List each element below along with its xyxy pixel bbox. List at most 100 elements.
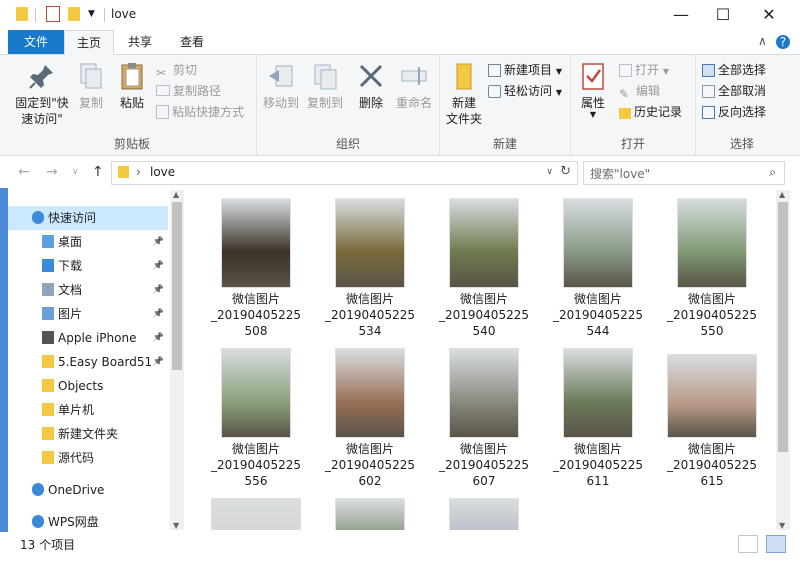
pin-icon: 📌 xyxy=(152,261,164,271)
tab-home[interactable]: 主页 xyxy=(64,30,114,55)
file-item[interactable]: 微信图片 _20190405225 550 xyxy=(662,198,762,339)
nav-item-label: OneDrive xyxy=(48,483,105,497)
file-item[interactable] xyxy=(434,498,534,530)
easy-access-button[interactable]: 轻松访问 ▼ xyxy=(488,82,562,102)
tab-file[interactable]: 文件 xyxy=(8,30,64,54)
refresh-icon[interactable]: ↻ xyxy=(560,164,571,179)
file-scrollbar[interactable]: ▲ ▼ xyxy=(776,190,790,530)
large-icons-view-icon[interactable] xyxy=(766,535,786,553)
file-item[interactable]: 微信图片 _20190405225 607 xyxy=(434,348,534,489)
nav-item[interactable]: WPS网盘 xyxy=(8,510,168,530)
nav-item[interactable]: 快速访问 xyxy=(8,206,168,230)
address-dropdown-icon[interactable]: ∨ xyxy=(546,167,553,177)
cloud-icon xyxy=(32,515,44,528)
nav-scroll-thumb[interactable] xyxy=(172,202,182,370)
easy-access-icon xyxy=(488,85,501,98)
history-button[interactable]: 历史记录 xyxy=(619,103,682,121)
minimize-button[interactable]: — xyxy=(658,0,704,30)
path-separator: › xyxy=(136,165,141,179)
cut-button[interactable]: ✂ 剪切 xyxy=(156,61,197,80)
file-scroll-thumb[interactable] xyxy=(778,202,788,452)
scroll-up-icon[interactable]: ▲ xyxy=(779,190,785,199)
back-arrow-icon[interactable]: ← xyxy=(18,164,30,180)
file-item[interactable]: 微信图片 _20190405225 540 xyxy=(434,198,534,339)
paste-button[interactable]: 粘贴 xyxy=(112,61,152,111)
pin-icon: 📌 xyxy=(152,357,164,367)
select-none-button[interactable]: 全部取消 xyxy=(702,82,766,100)
scroll-down-icon[interactable]: ▼ xyxy=(779,521,785,530)
address-path[interactable]: love xyxy=(150,165,175,179)
divider xyxy=(104,8,105,22)
nav-item[interactable]: Objects xyxy=(8,374,168,398)
rename-button[interactable]: 重命名 xyxy=(391,61,437,111)
nav-scrollbar[interactable]: ▲ ▼ xyxy=(170,190,184,530)
quick-access-dropdown-icon[interactable]: ▼ xyxy=(88,9,95,19)
folder-icon xyxy=(42,355,54,368)
nav-item[interactable]: 图片 📌 xyxy=(8,302,168,326)
up-arrow-icon[interactable]: ↑ xyxy=(92,164,104,180)
file-item[interactable]: 微信图片 _20190405225 611 xyxy=(548,348,648,489)
scroll-down-icon[interactable]: ▼ xyxy=(173,521,179,530)
star-icon xyxy=(32,211,44,224)
nav-item[interactable]: OneDrive xyxy=(8,478,168,502)
new-folder-button[interactable]: 新建 文件夹 xyxy=(442,61,486,127)
recent-locations-chevron-icon[interactable]: ∨ xyxy=(72,167,79,177)
file-item[interactable]: 微信图片 _20190405225 508 xyxy=(206,198,306,339)
file-item[interactable]: 微信图片 _20190405225 615 xyxy=(662,348,762,489)
properties-icon[interactable] xyxy=(46,6,60,22)
close-button[interactable]: ✕ xyxy=(746,0,792,30)
file-list: 微信图片 _20190405225 508 微信图片 _20190405225 534 微信… xyxy=(188,190,776,530)
open-button[interactable]: 打开 ▼ xyxy=(619,61,669,81)
scroll-up-icon[interactable]: ▲ xyxy=(173,190,179,199)
nav-item[interactable]: 5.Easy Board51 📌 xyxy=(8,350,168,374)
maximize-button[interactable]: ☐ xyxy=(700,0,746,30)
collapse-ribbon-icon[interactable]: ∧ xyxy=(758,34,767,48)
nav-item-label: 单片机 xyxy=(58,403,95,417)
pin-icon: 📌 xyxy=(152,333,164,343)
copy-to-button[interactable]: 复制到 xyxy=(303,61,347,111)
forward-arrow-icon[interactable]: → xyxy=(46,164,58,180)
file-item[interactable]: 微信图片 _20190405225 544 xyxy=(548,198,648,339)
new-item-button[interactable]: 新建项目 ▼ xyxy=(488,61,562,81)
file-item[interactable]: 微信图片 _20190405225 602 xyxy=(320,348,420,489)
edit-button[interactable]: ✎ 编辑 xyxy=(619,82,660,101)
details-view-icon[interactable] xyxy=(738,535,759,553)
delete-x-icon xyxy=(359,64,383,88)
copy-button[interactable]: 复制 xyxy=(74,61,108,111)
delete-button[interactable]: 删除 xyxy=(351,61,391,111)
pencil-icon: ✎ xyxy=(619,87,630,101)
new-folder-icon[interactable] xyxy=(68,7,80,21)
file-item[interactable] xyxy=(206,498,306,530)
photo-thumbnail xyxy=(449,498,519,530)
folder-icon xyxy=(42,379,54,392)
file-name: 微信图片 _20190405225 534 xyxy=(325,292,415,338)
pin-quick-access-button[interactable]: 固定到"快速访问" xyxy=(12,61,72,127)
help-icon[interactable]: ? xyxy=(776,35,790,49)
nav-item[interactable]: 下载 📌 xyxy=(8,254,168,278)
nav-item[interactable]: Apple iPhone 📌 xyxy=(8,326,168,350)
nav-item[interactable]: 新建文件夹 xyxy=(8,422,168,446)
nav-item[interactable]: 桌面 📌 xyxy=(8,230,168,254)
tab-view[interactable]: 查看 xyxy=(168,30,216,54)
paste-shortcut-icon xyxy=(156,105,169,119)
file-item[interactable]: 微信图片 _20190405225 556 xyxy=(206,348,306,489)
search-box[interactable]: 搜索"love" ⌕ xyxy=(583,161,785,185)
properties-button[interactable]: 属性 ▼ xyxy=(573,61,613,119)
paste-shortcut-button[interactable]: 粘贴快捷方式 xyxy=(156,103,244,121)
select-all-button[interactable]: 全部选择 xyxy=(702,61,766,79)
invert-selection-button[interactable]: 反向选择 xyxy=(702,103,766,121)
group-clipboard: 固定到"快速访问" 复制 粘贴 ✂ 剪切 复制路径 粘贴快捷方式 剪贴板 xyxy=(8,55,257,155)
tab-share[interactable]: 共享 xyxy=(116,30,164,54)
move-to-button[interactable]: 移动到 xyxy=(259,61,303,111)
nav-item[interactable]: 源代码 xyxy=(8,446,168,470)
search-input[interactable]: 搜索"love" xyxy=(590,165,650,182)
nav-item-label: WPS网盘 xyxy=(48,515,99,529)
nav-item[interactable]: 单片机 xyxy=(8,398,168,422)
file-item[interactable]: 微信图片 _20190405225 534 xyxy=(320,198,420,339)
nav-item[interactable]: 文档 📌 xyxy=(8,278,168,302)
file-item[interactable] xyxy=(320,498,420,530)
search-icon[interactable]: ⌕ xyxy=(769,165,776,180)
address-bar[interactable]: › love ∨ ↻ xyxy=(111,161,578,185)
copy-path-button[interactable]: 复制路径 xyxy=(156,82,221,100)
file-name: 微信图片 _20190405225 611 xyxy=(553,442,643,488)
